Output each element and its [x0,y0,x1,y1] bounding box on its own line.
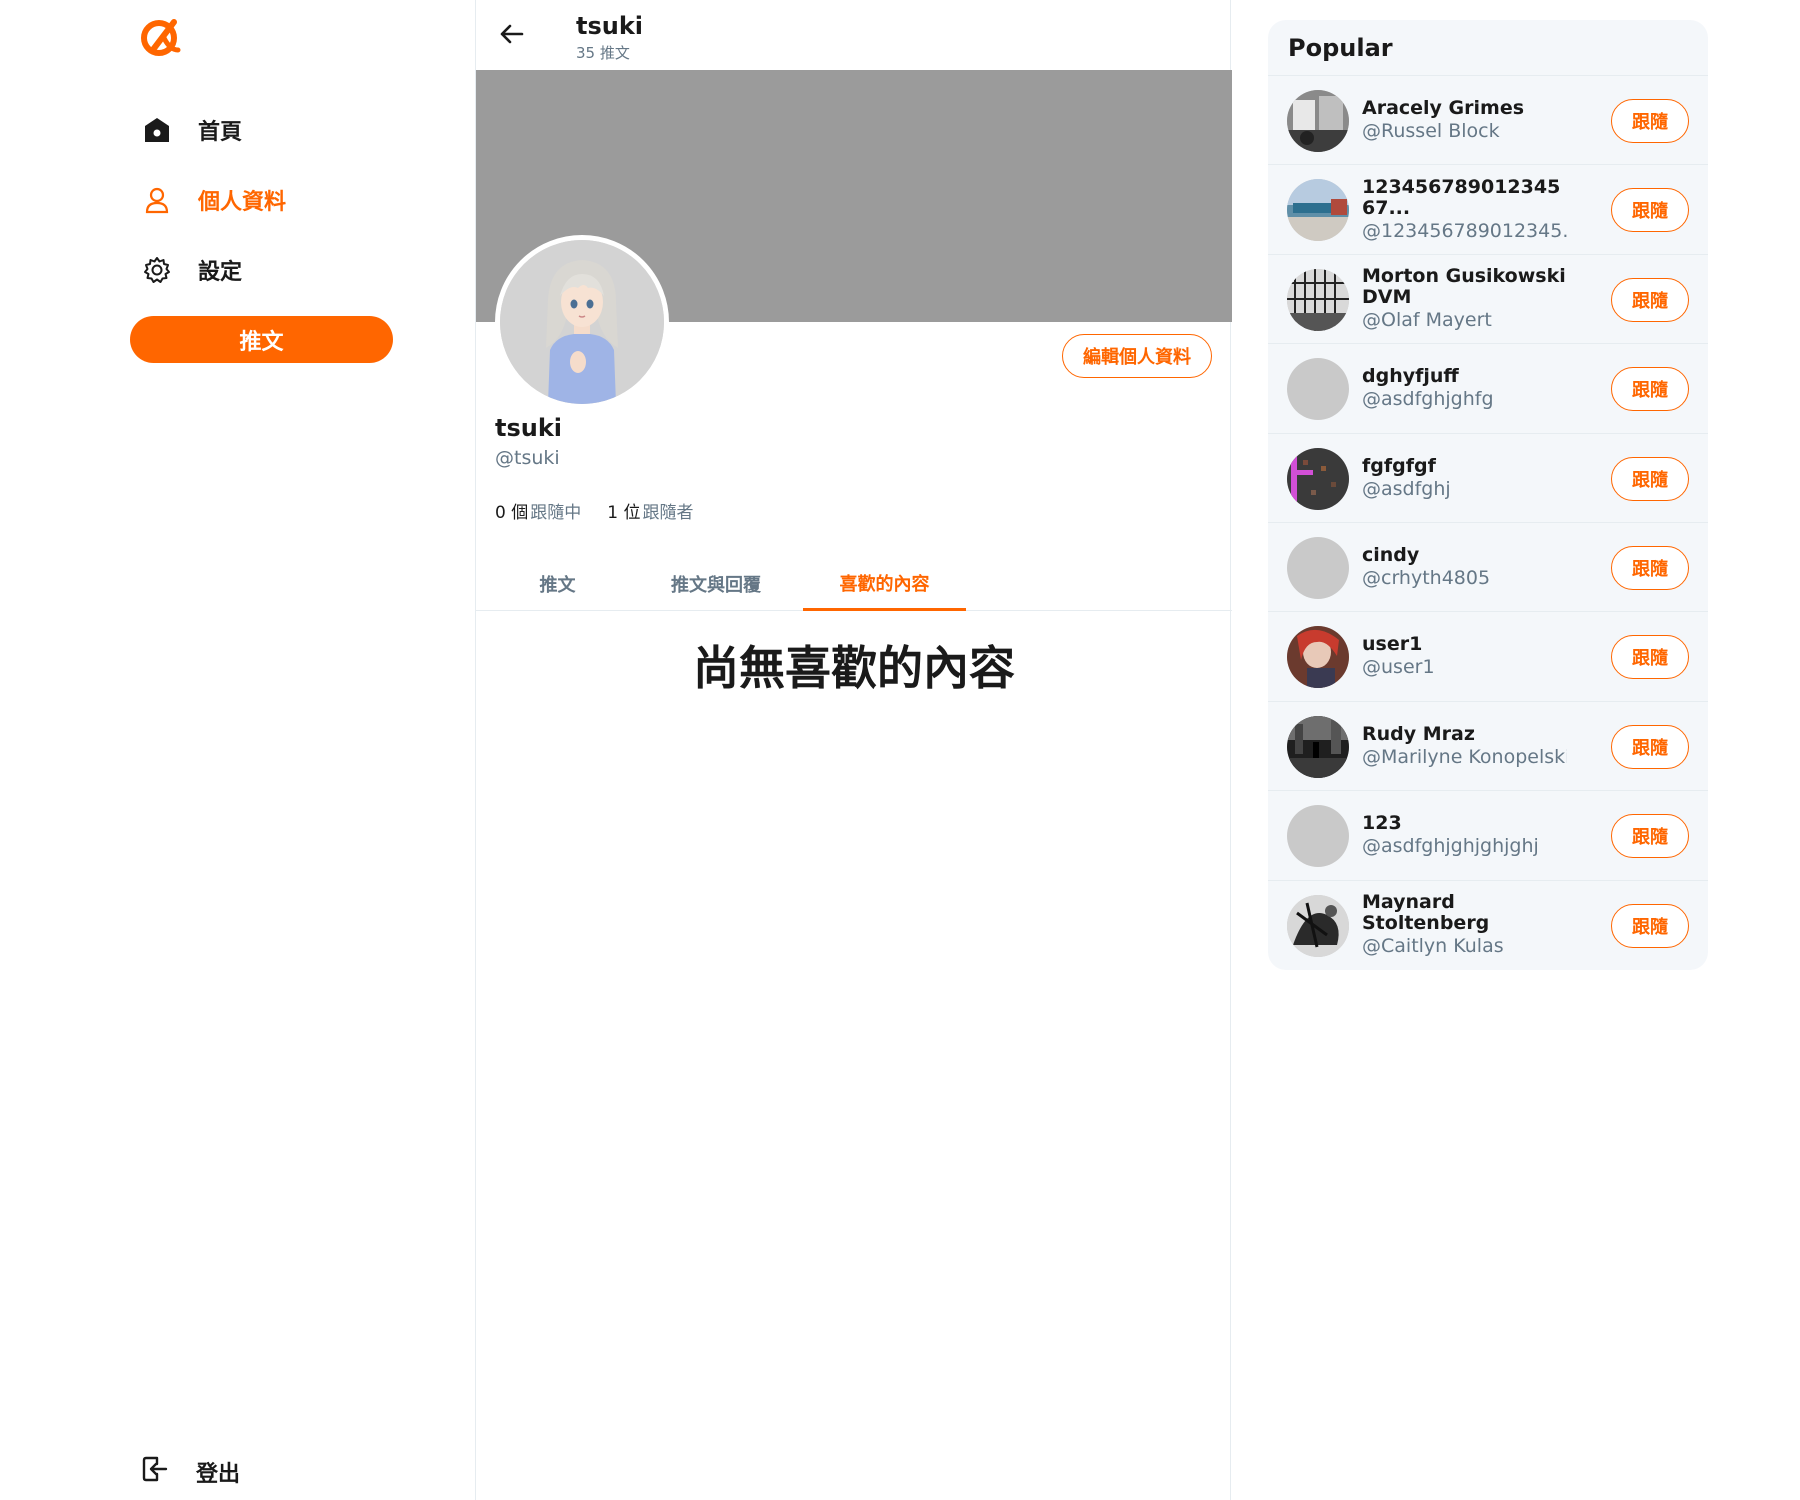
popular-user-name: 12345678901234567... [1362,175,1561,219]
follow-button[interactable]: 跟隨 [1611,545,1689,590]
popular-user-handle: @Caitlyn Kulas [1362,935,1504,958]
follow-button[interactable]: 跟隨 [1611,635,1689,680]
profile-avatar[interactable] [495,235,669,409]
popular-user-row[interactable]: Rudy Mraz @Marilyne Konopelski 跟隨 [1268,702,1708,792]
edit-profile-button[interactable]: 編輯個人資料 [1062,334,1212,378]
header-name: tsuki [576,12,644,40]
popular-user-info: 123 @asdfghjghjghjghj [1362,791,1567,880]
follow-button[interactable]: 跟隨 [1611,188,1689,233]
followers-label: 跟隨者 [642,503,694,523]
follow-button[interactable]: 跟隨 [1611,99,1689,143]
sidebar-item-home[interactable]: 首頁 [142,108,242,152]
popular-user-row[interactable]: user1 @user1 跟隨 [1268,612,1708,702]
alpha-logo-icon[interactable] [140,16,182,58]
popular-user-name: 123 [1362,812,1402,835]
popular-user-row[interactable]: dghyfjuff @asdfghjghfg 跟隨 [1268,344,1708,434]
sidebar-item-profile[interactable]: 個人資料 [142,178,286,222]
avatar[interactable] [1287,715,1349,778]
avatar[interactable] [1287,447,1349,510]
follow-button[interactable]: 跟隨 [1611,456,1689,501]
avatar[interactable] [1287,626,1349,689]
popular-user-row[interactable]: Aracely Grimes @Russel Block 跟隨 [1268,76,1708,166]
popular-user-handle: @crhyth4805 [1362,566,1491,589]
home-icon [142,115,172,145]
popular-user-row[interactable]: cindy @crhyth4805 跟隨 [1268,523,1708,613]
following-label: 跟隨中 [530,503,582,523]
followers-stat[interactable]: 1 位 跟隨者 [607,498,693,523]
popular-user-handle: @Russel Block [1362,120,1500,142]
user-icon [142,185,172,215]
avatar[interactable] [1287,894,1349,957]
sidebar: 首頁 個人資料 設定 推文 登出 [0,0,475,1500]
sidebar-item-label: 個人資料 [198,190,287,215]
profile-topbar: tsuki 35 推文 [476,0,1230,70]
profile-handle: @tsuki [495,447,560,469]
popular-user-name: Rudy Mraz [1362,722,1475,745]
popular-user-row[interactable]: 12345678901234567... @123456789012345...… [1268,165,1708,255]
popular-user-info: fgfgfgf @asdfghj [1362,434,1567,523]
popular-user-name: Aracely Grimes [1362,97,1525,119]
popular-user-info: Maynard Stoltenberg @Caitlyn Kulas [1362,881,1567,970]
tab-tweets[interactable]: 推文 [476,557,639,611]
follow-button[interactable]: 跟隨 [1611,367,1689,412]
follow-stats: 0 個 跟隨中 1 位 跟隨者 [495,498,693,523]
popular-user-handle: @123456789012345... [1362,219,1567,242]
popular-user-handle: @Marilyne Konopelski [1362,745,1567,768]
profile-name: tsuki [495,414,563,442]
popular-user-handle: @user1 [1362,656,1435,679]
popular-user-name: Maynard Stoltenberg [1362,891,1490,935]
popular-user-name: dghyfjuff [1362,365,1459,388]
popular-user-row[interactable]: Morton Gusikowski DVM @Olaf Mayert 跟隨 [1268,255,1708,345]
popular-user-info: dghyfjuff @asdfghjghfg [1362,344,1567,433]
sidebar-item-label: 首頁 [198,120,243,145]
tab-tweets-and-replies[interactable]: 推文與回覆 [626,557,806,611]
avatar[interactable] [1287,268,1349,331]
main-column: tsuki 35 推文 編輯個人資料 tsuki @tsuki 0 個 跟隨中 … [475,0,1232,1500]
follow-button[interactable]: 跟隨 [1611,724,1689,769]
followers-count: 1 位 [607,503,641,523]
popular-panel: Popular Aracely Grimes @Russel Block 跟隨 … [1268,20,1708,970]
popular-user-row[interactable]: Maynard Stoltenberg @Caitlyn Kulas 跟隨 [1268,881,1708,970]
popular-user-name: user1 [1362,633,1423,656]
gear-icon [142,255,172,285]
header-tweet-count: 35 推文 [576,44,630,62]
popular-user-row[interactable]: 123 @asdfghjghjghjghj 跟隨 [1268,791,1708,881]
avatar[interactable] [1287,805,1349,868]
popular-title: Popular [1268,20,1708,76]
logout-icon [140,1454,170,1490]
following-stat[interactable]: 0 個 跟隨中 [495,498,581,523]
popular-user-info: Rudy Mraz @Marilyne Konopelski [1362,702,1567,791]
popular-user-handle: @asdfghj [1362,477,1451,500]
popular-user-info: user1 @user1 [1362,612,1567,701]
popular-user-info: Morton Gusikowski DVM @Olaf Mayert [1362,255,1567,344]
avatar[interactable] [1287,179,1349,242]
back-arrow-icon[interactable] [496,18,528,50]
sidebar-item-label: 設定 [198,260,243,285]
avatar[interactable] [1287,90,1349,152]
popular-user-info: cindy @crhyth4805 [1362,523,1567,612]
following-count: 0 個 [495,503,529,523]
tweet-button[interactable]: 推文 [130,316,393,363]
logout-label: 登出 [196,1462,241,1487]
popular-user-handle: @asdfghjghfg [1362,388,1494,411]
follow-button[interactable]: 跟隨 [1611,277,1689,322]
logout-button[interactable]: 登出 [140,1450,240,1494]
popular-user-name: cindy [1362,543,1420,566]
app-root: 首頁 個人資料 設定 推文 登出 tsuki 35 推文 編輯個人資料 tsuk… [0,0,1800,1500]
popular-user-handle: @asdfghjghjghjghj [1362,835,1539,858]
follow-button[interactable]: 跟隨 [1611,903,1689,948]
tab-likes[interactable]: 喜歡的內容 [803,557,966,611]
avatar[interactable] [1287,536,1349,599]
popular-user-info: 12345678901234567... @123456789012345... [1362,165,1567,254]
popular-user-handle: @Olaf Mayert [1362,309,1492,332]
popular-user-name: fgfgfgf [1362,454,1436,477]
follow-button[interactable]: 跟隨 [1611,814,1689,859]
popular-user-info: Aracely Grimes @Russel Block [1362,76,1567,165]
popular-user-name: Morton Gusikowski DVM [1362,265,1566,309]
avatar[interactable] [1287,358,1349,421]
popular-user-row[interactable]: fgfgfgf @asdfghj 跟隨 [1268,434,1708,523]
sidebar-item-settings[interactable]: 設定 [142,248,242,292]
profile-tabs: 推文 推文與回覆 喜歡的內容 [476,557,1232,611]
empty-likes-message: 尚無喜歡的內容 [693,641,1015,695]
